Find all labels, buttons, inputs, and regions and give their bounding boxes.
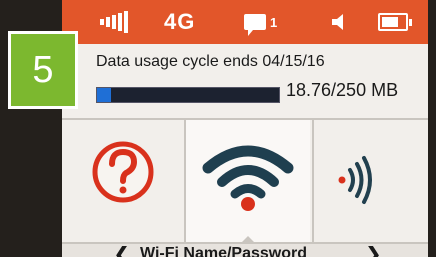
wifi-tile[interactable] (186, 120, 310, 242)
status-bar: 4G 1 (62, 0, 428, 44)
signal-bars-icon (100, 0, 130, 44)
help-question-icon (92, 141, 154, 203)
share-signal-icon (338, 156, 372, 204)
nav-label: Wi-Fi Name/Password (140, 245, 308, 257)
wifi-icon (202, 145, 294, 211)
nav-right-arrow[interactable]: ❯ (366, 244, 381, 257)
battery-icon (378, 0, 412, 44)
message-icon[interactable]: 1 (244, 0, 277, 44)
share-signal-tile[interactable] (312, 120, 428, 242)
help-tile[interactable] (62, 120, 186, 242)
device-screen: 4G 1 Data usage cycle ends 04/15/16 18.7… (62, 0, 428, 257)
data-usage-fill (97, 88, 111, 102)
message-count: 1 (270, 14, 278, 30)
network-type-label: 4G (164, 9, 196, 34)
speaker-icon (330, 0, 348, 44)
data-cycle-text: Data usage cycle ends 04/15/16 (96, 53, 325, 70)
nav-left-arrow[interactable]: ❮ (114, 244, 129, 257)
data-usage-bar (96, 87, 280, 103)
data-usage-amount: 18.76/250 MB (286, 80, 399, 100)
step-badge: 5 (8, 31, 78, 109)
